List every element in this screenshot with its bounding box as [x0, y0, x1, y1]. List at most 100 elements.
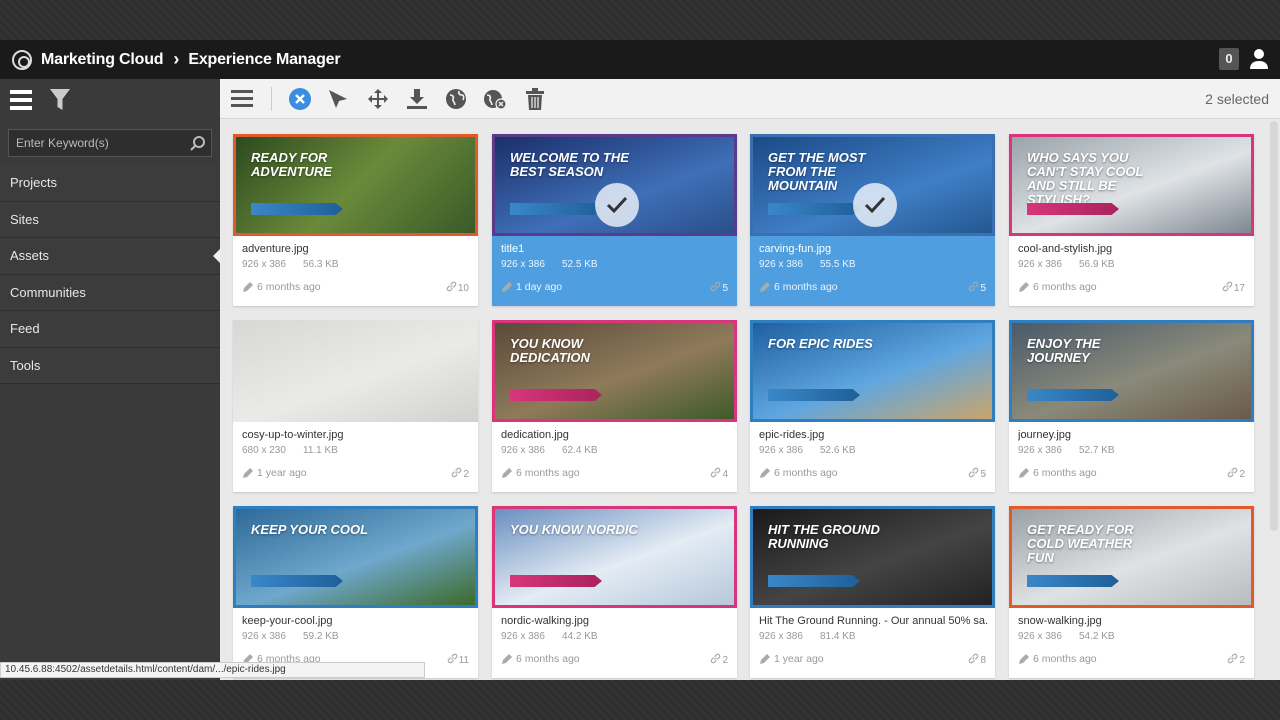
asset-filename[interactable]: carving-fun.jpg — [759, 243, 831, 255]
grid-scrollbar[interactable] — [1270, 121, 1278, 531]
asset-filename[interactable]: journey.jpg — [1018, 429, 1071, 441]
asset-filename[interactable]: title1 — [501, 243, 524, 255]
link-icon — [968, 467, 979, 481]
asset-references: 5 — [968, 467, 986, 481]
asset-dimensions: 926 x 386 — [1018, 445, 1062, 456]
reference-count: 11 — [459, 655, 469, 666]
asset-card[interactable]: WHO SAYS YOU CAN'T STAY COOL AND STILL B… — [1009, 134, 1254, 306]
breadcrumb-chevron-icon: › — [173, 49, 179, 70]
list-view-icon[interactable] — [230, 87, 254, 111]
nav-item-projects[interactable]: Projects — [0, 165, 220, 202]
shop-now-banner — [510, 389, 602, 401]
asset-card[interactable]: READY FOR ADVENTUREadventure.jpg926 x 38… — [233, 134, 478, 306]
rail-menu-icon[interactable] — [10, 90, 32, 110]
breadcrumb-experience-manager[interactable]: Experience Manager — [188, 51, 340, 69]
link-icon — [1227, 467, 1238, 481]
asset-card[interactable]: HIT THE GROUND RUNNING Hit The Ground Run… — [750, 506, 995, 678]
asset-card[interactable]: YOU KNOW DEDICATION dedication.jpg 926 x 3… — [492, 320, 737, 492]
asset-card[interactable]: KEEP YOUR COOLkeep-your-cool.jpg926 x 38… — [233, 506, 478, 678]
top-frame — [0, 0, 1280, 40]
thumbnail-headline: YOU KNOW NORDIC — [510, 523, 638, 537]
asset-thumbnail[interactable]: WELCOME TO THE BEST SEASON — [492, 134, 737, 236]
notification-badge[interactable]: 0 — [1219, 48, 1239, 70]
reference-count: 17 — [1234, 283, 1245, 294]
reference-count: 5 — [980, 283, 986, 294]
shop-now-banner — [251, 203, 343, 215]
search-input[interactable]: Enter Keyword(s) — [16, 136, 185, 150]
asset-filesize: 52.5 KB — [562, 259, 598, 270]
close-selection-icon[interactable] — [288, 87, 312, 111]
link-status-bar: 10.45.6.88:4502/assetdetails.html/conten… — [0, 662, 425, 678]
asset-thumbnail[interactable]: GET READY FOR COLD WEATHER FUN — [1009, 506, 1254, 608]
asset-card[interactable]: FOR EPIC RIDESepic-rides.jpg926 x 38652.… — [750, 320, 995, 492]
asset-thumbnail[interactable]: ENJOY THE JOURNEY — [1009, 320, 1254, 422]
thumbnail-headline: WHO SAYS YOU CAN'T STAY COOL AND STILL B… — [1027, 151, 1157, 207]
pencil-icon — [759, 280, 771, 292]
reference-count: 5 — [722, 283, 728, 294]
asset-filename[interactable]: epic-rides.jpg — [759, 429, 824, 441]
asset-filename[interactable]: keep-your-cool.jpg — [242, 615, 333, 627]
asset-card[interactable]: GET READY FOR COLD WEATHER FUN snow-walki… — [1009, 506, 1254, 678]
asset-references: 10 — [446, 281, 469, 295]
asset-filename[interactable]: nordic-walking.jpg — [501, 615, 589, 627]
user-icon[interactable] — [1249, 48, 1269, 70]
asset-thumbnail[interactable]: YOU KNOW DEDICATION — [492, 320, 737, 422]
shop-now-banner — [768, 203, 860, 215]
globe-icon[interactable] — [444, 87, 468, 111]
asset-thumbnail[interactable]: FOR EPIC RIDES — [750, 320, 995, 422]
download-icon[interactable] — [405, 87, 429, 111]
selected-check-icon[interactable] — [853, 183, 897, 227]
asset-filename[interactable]: dedication.jpg — [501, 429, 569, 441]
publish-icon[interactable] — [326, 87, 350, 111]
asset-dimensions: 926 x 386 — [501, 445, 545, 456]
asset-thumbnail[interactable]: READY FOR ADVENTURE — [233, 134, 478, 236]
shop-now-banner — [251, 575, 343, 587]
thumbnail-headline: HIT THE GROUND RUNNING — [768, 523, 898, 551]
link-icon — [710, 467, 721, 481]
pencil-icon — [501, 652, 513, 664]
link-icon — [710, 281, 721, 295]
nav-item-assets[interactable]: Assets — [0, 238, 220, 275]
asset-filesize: 52.6 KB — [820, 445, 856, 456]
search-icon[interactable] — [185, 130, 211, 156]
asset-filename[interactable]: adventure.jpg — [242, 243, 309, 255]
asset-card[interactable]: YOU KNOW NORDICnordic-walking.jpg926 x 3… — [492, 506, 737, 678]
asset-thumbnail[interactable]: WHO SAYS YOU CAN'T STAY COOL AND STILL B… — [1009, 134, 1254, 236]
nav-item-communities[interactable]: Communities — [0, 275, 220, 312]
delete-icon[interactable] — [523, 87, 547, 111]
link-icon — [451, 467, 462, 481]
breadcrumb-marketing-cloud[interactable]: Marketing Cloud — [41, 51, 163, 69]
asset-thumbnail[interactable] — [233, 320, 478, 422]
reference-count: 8 — [980, 655, 986, 666]
move-icon[interactable] — [366, 87, 390, 111]
unpublish-globe-icon[interactable] — [483, 87, 507, 111]
pencil-icon — [242, 280, 254, 292]
asset-thumbnail[interactable]: GET THE MOST FROM THE MOUNTAIN — [750, 134, 995, 236]
asset-card[interactable]: WELCOME TO THE BEST SEASONtitle1926 x 38… — [492, 134, 737, 306]
asset-thumbnail[interactable]: HIT THE GROUND RUNNING — [750, 506, 995, 608]
reference-count: 5 — [980, 469, 986, 480]
keyword-search[interactable]: Enter Keyword(s) — [8, 129, 212, 157]
asset-card[interactable]: cosy-up-to-winter.jpg680 x 23011.1 KB1 y… — [233, 320, 478, 492]
selected-check-icon[interactable] — [595, 183, 639, 227]
nav-item-tools[interactable]: Tools — [0, 348, 220, 385]
link-icon — [968, 653, 979, 667]
filter-icon[interactable] — [50, 89, 70, 111]
asset-filesize: 62.4 KB — [562, 445, 598, 456]
asset-filename[interactable]: cosy-up-to-winter.jpg — [242, 429, 344, 441]
asset-filesize: 52.7 KB — [1079, 445, 1115, 456]
asset-filename[interactable]: Hit The Ground Running. - Our annual 50%… — [759, 615, 989, 627]
asset-filename[interactable]: cool-and-stylish.jpg — [1018, 243, 1112, 255]
nav-item-sites[interactable]: Sites — [0, 202, 220, 239]
nav-item-feed[interactable]: Feed — [0, 311, 220, 348]
pencil-icon — [1018, 466, 1030, 478]
marketing-cloud-logo-icon[interactable] — [12, 50, 32, 70]
link-icon — [1222, 281, 1233, 295]
asset-card[interactable]: ENJOY THE JOURNEY journey.jpg 926 x 386 52.… — [1009, 320, 1254, 492]
asset-thumbnail[interactable]: KEEP YOUR COOL — [233, 506, 478, 608]
action-toolbar: 2 selected — [220, 79, 1280, 119]
asset-thumbnail[interactable]: YOU KNOW NORDIC — [492, 506, 737, 608]
asset-card[interactable]: GET THE MOST FROM THE MOUNTAIN carving-fu… — [750, 134, 995, 306]
asset-filename[interactable]: snow-walking.jpg — [1018, 615, 1102, 627]
asset-dimensions: 926 x 386 — [1018, 631, 1062, 642]
